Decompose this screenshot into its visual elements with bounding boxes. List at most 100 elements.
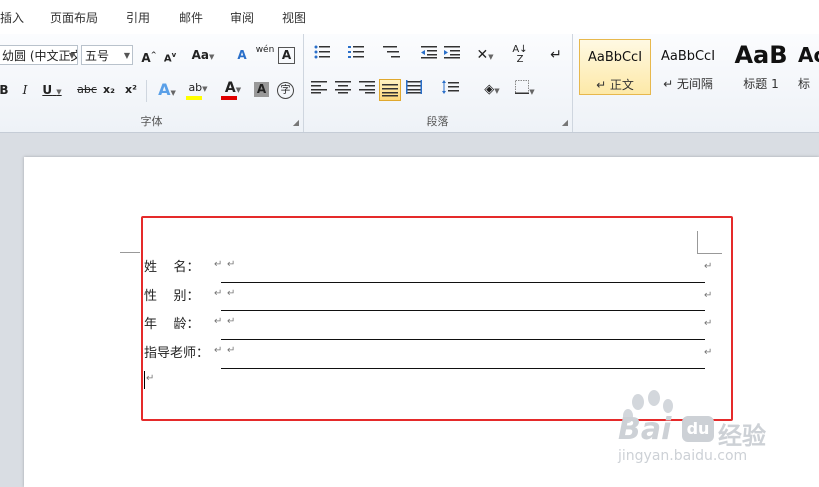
style-heading-2[interactable]: Ac 标 (798, 39, 819, 95)
font-color-bar (221, 96, 237, 100)
highlight-button[interactable]: ab▼ (184, 78, 212, 100)
enclose-char-button[interactable]: 字 (277, 82, 294, 99)
paint-bucket-icon: ◈ (484, 82, 495, 97)
tab-page-layout[interactable]: 页面布局 (50, 9, 98, 26)
styles-group: AaBbCcI ↵ 正文 AaBbCcI ↵ 无间隔 AaB 标题 1 Ac 标 (572, 34, 819, 132)
dialog-launcher-icon[interactable]: ◢ (562, 118, 568, 127)
font-color-button[interactable]: A▼ (219, 78, 247, 100)
underline-button[interactable]: U ▼ (38, 80, 66, 100)
bullets-button[interactable] (309, 45, 337, 65)
sort-button[interactable]: A↓ Z (510, 45, 530, 65)
bold-button[interactable]: B (0, 80, 14, 100)
asian-layout-icon: ✕ (476, 47, 489, 63)
subscript-icon: x₂ (103, 83, 115, 96)
phonetic-guide-button[interactable]: wén (255, 45, 275, 65)
distribute-icon (406, 80, 422, 94)
change-case-button[interactable]: Aa▼ (189, 45, 217, 65)
grow-font-icon: A (141, 51, 151, 65)
align-right-icon (359, 81, 375, 94)
distribute-button[interactable] (404, 80, 424, 100)
margin-corner-mark (120, 252, 140, 253)
line-spacing-button[interactable] (437, 80, 465, 100)
multilevel-list-button[interactable] (378, 45, 406, 65)
style-label: ↵ 无间隔 (663, 77, 713, 91)
style-label: 标题 1 (743, 77, 779, 91)
watermark-brand: Bai (618, 412, 672, 447)
tab-review[interactable]: 审阅 (230, 9, 254, 26)
italic-icon: I (22, 83, 28, 97)
align-left-icon (311, 81, 327, 94)
subscript-button[interactable]: x₂ (99, 80, 119, 100)
enclose-char-icon: 字 (280, 85, 291, 96)
font-size-value: 五号 (85, 49, 110, 63)
underline-icon: U (42, 83, 53, 97)
style-label: ↵ 正文 (596, 78, 634, 92)
ribbon-tabs: 插入 页面布局 引用 邮件 审阅 视图 (0, 0, 819, 35)
line-spacing-icon (442, 80, 459, 94)
clear-format-icon: A (237, 48, 247, 62)
style-heading-1[interactable]: AaB 标题 1 (725, 39, 797, 95)
tab-mailings[interactable]: 邮件 (179, 9, 203, 26)
shrink-font-button[interactable]: Av (160, 45, 180, 65)
decrease-indent-icon (421, 46, 437, 59)
style-sample: Ac (798, 43, 819, 67)
grow-font-button[interactable]: A^ (139, 45, 159, 65)
shrink-font-icon: A (163, 53, 172, 65)
du-badge-icon: du (682, 416, 714, 442)
numbering-icon (348, 46, 364, 58)
highlight-icon: ab (188, 81, 203, 94)
dialog-launcher-icon[interactable]: ◢ (293, 118, 299, 127)
align-center-button[interactable] (333, 80, 353, 100)
style-sample: AaB (734, 41, 788, 69)
baidu-watermark: Bai du 经验 jingyan.baidu.com (610, 390, 815, 480)
tab-insert[interactable]: 插入 (0, 9, 24, 26)
chevron-down-icon: ▼ (68, 51, 75, 60)
font-size-combo[interactable]: 五号 ▼ (81, 45, 133, 65)
tab-references[interactable]: 引用 (126, 9, 150, 26)
char-shading-icon: A (256, 82, 267, 96)
strikethrough-icon: abc (77, 83, 97, 96)
bullets-icon (314, 45, 330, 59)
strikethrough-button[interactable]: abc (73, 80, 101, 100)
style-label: 标 (798, 77, 811, 91)
style-sample: AaBbCcI (587, 50, 643, 65)
font-color-icon: A (224, 80, 236, 96)
text-effects-icon: A (158, 80, 171, 99)
style-no-spacing[interactable]: AaBbCcI ↵ 无间隔 (652, 39, 724, 95)
align-right-button[interactable] (357, 80, 377, 100)
watermark-url: jingyan.baidu.com (618, 448, 748, 464)
paragraph-group: ✕▼ A↓ Z ↵ ◈▼ ▼ 段落 ◢ (303, 34, 573, 132)
char-border-button[interactable]: A (278, 47, 295, 64)
multilevel-list-icon (383, 46, 400, 58)
italic-button[interactable]: I (15, 80, 35, 100)
superscript-icon: x² (125, 83, 137, 96)
asian-layout-button[interactable]: ✕▼ (471, 45, 499, 65)
decrease-indent-button[interactable] (419, 45, 439, 65)
align-left-button[interactable] (309, 80, 329, 100)
paragraph-mark-icon: ↵ (550, 47, 562, 63)
change-case-icon: Aa (191, 48, 209, 62)
tab-view[interactable]: 视图 (282, 9, 306, 26)
font-group: 幼圆 (中文正文 ▼ 五号 ▼ A^ Av Aa▼ A wén A B I U … (0, 34, 304, 132)
align-center-icon (335, 81, 351, 94)
text-effects-button[interactable]: A▼ (153, 80, 181, 100)
char-shading-button[interactable]: A (254, 82, 269, 97)
show-marks-button[interactable]: ↵ (546, 45, 566, 65)
font-group-title: 字体 (140, 115, 163, 128)
clear-format-button[interactable]: A (232, 45, 252, 65)
ribbon: 幼圆 (中文正文 ▼ 五号 ▼ A^ Av Aa▼ A wén A B I U … (0, 34, 819, 133)
numbering-button[interactable] (343, 45, 371, 65)
highlight-color-bar (186, 96, 202, 100)
style-normal[interactable]: AaBbCcI ↵ 正文 (579, 39, 651, 95)
font-name-combo[interactable]: 幼圆 (中文正文 ▼ (0, 45, 78, 65)
justify-icon (382, 84, 398, 97)
divider (146, 80, 147, 102)
increase-indent-icon (444, 46, 460, 59)
paragraph-group-title: 段落 (426, 115, 449, 128)
shading-button[interactable]: ◈▼ (478, 80, 506, 100)
borders-button[interactable]: ▼ (511, 80, 539, 100)
borders-icon (515, 80, 530, 94)
justify-button[interactable] (379, 79, 401, 101)
superscript-button[interactable]: x² (121, 80, 141, 100)
increase-indent-button[interactable] (442, 45, 462, 65)
